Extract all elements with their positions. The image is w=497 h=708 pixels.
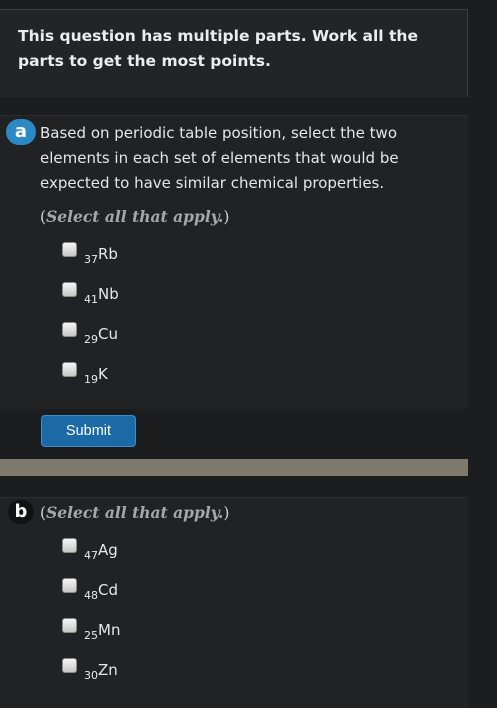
submit-button[interactable]: Submit (41, 415, 136, 447)
section-divider (0, 459, 468, 476)
part-a-instruction: (Select all that apply.) (40, 207, 229, 226)
option-rb-checkbox[interactable] (62, 242, 77, 257)
option-zn-label: 30Zn (84, 661, 118, 682)
atomic-number: 48 (84, 589, 98, 602)
instruction-text: Select all that apply. (46, 207, 224, 226)
atomic-number: 41 (84, 293, 98, 306)
option-ag-label: 47Ag (84, 541, 118, 562)
option-cd-label: 48Cd (84, 581, 118, 602)
instruction-close-paren: ) (223, 208, 230, 226)
element-symbol: Mn (98, 621, 121, 639)
option-cu-label: 29Cu (84, 325, 118, 346)
element-symbol: Cu (98, 325, 118, 343)
part-a-question: Based on periodic table position, select… (40, 124, 399, 192)
atomic-number: 37 (84, 253, 98, 266)
element-symbol: Nb (98, 285, 119, 303)
multipart-notice: This question has multiple parts. Work a… (18, 27, 418, 70)
option-cu-checkbox[interactable] (62, 322, 77, 337)
part-b-panel (0, 497, 468, 708)
option-nb-label: 41Nb (84, 285, 119, 306)
question-header: This question has multiple parts. Work a… (0, 9, 468, 97)
element-symbol: K (98, 365, 108, 383)
instruction-text: Select all that apply. (46, 503, 224, 522)
atomic-number: 25 (84, 629, 98, 642)
option-k-label: 19K (84, 365, 108, 386)
instruction-close-paren: ) (223, 504, 230, 522)
part-b-instruction: (Select all that apply.) (40, 503, 229, 522)
atomic-number: 29 (84, 333, 98, 346)
atomic-number: 47 (84, 549, 98, 562)
option-rb-label: 37Rb (84, 245, 118, 266)
element-symbol: Cd (98, 581, 118, 599)
option-zn-checkbox[interactable] (62, 658, 77, 673)
part-a-badge: a (6, 119, 36, 145)
option-ag-checkbox[interactable] (62, 538, 77, 553)
option-nb-checkbox[interactable] (62, 282, 77, 297)
element-symbol: Zn (98, 661, 118, 679)
atomic-number: 19 (84, 373, 98, 386)
option-cd-checkbox[interactable] (62, 578, 77, 593)
option-mn-checkbox[interactable] (62, 618, 77, 633)
option-mn-label: 25Mn (84, 621, 120, 642)
element-symbol: Rb (98, 245, 118, 263)
option-k-checkbox[interactable] (62, 362, 77, 377)
element-symbol: Ag (98, 541, 118, 559)
part-b-badge: b (8, 500, 34, 524)
atomic-number: 30 (84, 669, 98, 682)
